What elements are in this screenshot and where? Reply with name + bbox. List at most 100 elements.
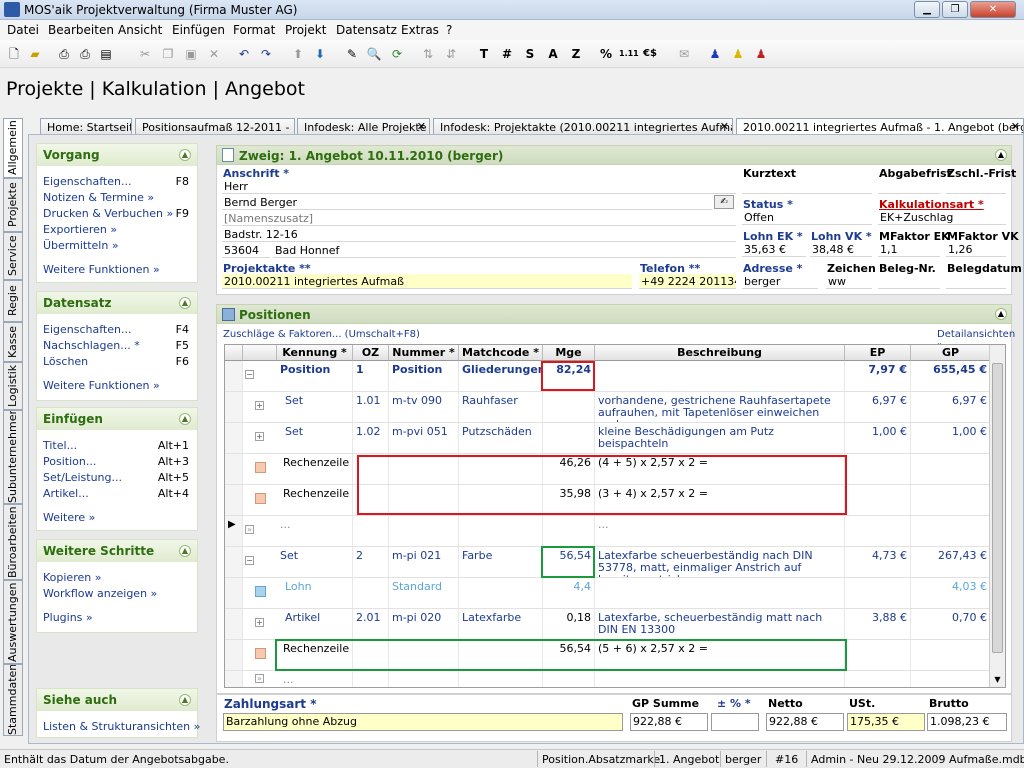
vtab-auswertungen[interactable]: Auswertungen [3, 580, 23, 664]
col-matchcode[interactable]: Matchcode * [459, 345, 543, 361]
zahlungsart-field[interactable]: Barzahlung ohne Abzug [223, 713, 623, 731]
menu-ansicht[interactable]: Ansicht [118, 23, 162, 37]
zeichen-field[interactable]: ww [826, 274, 872, 289]
undo-icon[interactable]: ↶ [236, 46, 252, 62]
panel-header[interactable]: Siehe auch ▲ [37, 689, 197, 711]
collapse-node-icon[interactable]: − [245, 370, 254, 379]
lohn-vk-field[interactable]: 38,48 € [810, 242, 872, 257]
einfuegen-weitere[interactable]: Weitere » [37, 510, 197, 526]
text-format-icon[interactable]: T [476, 46, 492, 62]
vtab-kasse[interactable]: Kasse [3, 322, 23, 362]
user-yellow-icon[interactable]: ♟ [730, 46, 746, 62]
name-field[interactable]: Bernd Berger [222, 195, 712, 210]
expand-node-icon[interactable]: + [255, 432, 264, 441]
restore-icon[interactable]: ❐ [942, 1, 968, 18]
cut-icon[interactable]: ✂ [137, 46, 153, 62]
s-icon[interactable]: S [522, 46, 538, 62]
table-row[interactable]: Lohn Standard 4,4 4,03 € [225, 578, 991, 609]
expand-node-icon[interactable]: + [255, 401, 264, 410]
collapse-chevron-icon[interactable]: ▲ [179, 149, 191, 161]
weitere-kopieren[interactable]: Kopieren » [37, 570, 197, 586]
status-field[interactable]: Offen [742, 210, 872, 225]
datensatz-eigenschaften[interactable]: Eigenschaften... F4 [37, 322, 197, 338]
einfuegen-artikel[interactable]: Artikel... Alt+4 [37, 486, 197, 502]
vorgang-exportieren[interactable]: Exportieren » [37, 222, 197, 238]
belegdatum-field[interactable] [946, 274, 1006, 289]
ust-field[interactable]: 175,35 € [847, 713, 925, 731]
col-nummer[interactable]: Nummer * [389, 345, 459, 361]
strasse-field[interactable]: Badstr. 12-16 [222, 227, 736, 242]
stamp-icon[interactable]: ✉ [676, 46, 692, 62]
table-row[interactable]: − Position 1 Position Gliederungen 82,24… [225, 361, 991, 392]
paste-icon[interactable]: ▣ [183, 46, 199, 62]
move-down-icon[interactable]: ⬇ [312, 46, 328, 62]
collapse-chevron-icon[interactable]: ▲ [179, 694, 191, 706]
table-row[interactable]: Rechenzeile 46,26 (4 + 5) x 2,57 x 2 = [225, 454, 991, 485]
refresh-icon[interactable]: ⟳ [389, 46, 405, 62]
menu-help[interactable]: ? [446, 23, 452, 37]
einfuegen-titel[interactable]: Titel... Alt+1 [37, 438, 197, 454]
vorgang-notizen[interactable]: Notizen & Termine » [37, 190, 197, 206]
hash-icon[interactable]: # [499, 46, 515, 62]
mfaktor-ek-field[interactable]: 1,1 [878, 242, 940, 257]
decimal-icon[interactable]: 1.11 [619, 46, 639, 62]
table-row[interactable]: Rechenzeile 35,98 (3 + 4) x 2,57 x 2 = [225, 485, 991, 516]
user-red-icon[interactable]: ♟ [753, 46, 769, 62]
menu-extras[interactable]: Extras [401, 23, 439, 37]
menu-bearbeiten[interactable]: Bearbeiten [48, 23, 114, 37]
percent-icon[interactable]: % [598, 46, 614, 62]
vorgang-drucken[interactable]: Drucken & Verbuchen » F9 [37, 206, 197, 222]
plz-field[interactable]: 53604 [222, 243, 270, 258]
new-entry-icon[interactable]: » [245, 525, 254, 534]
print-icon[interactable]: ⎙ [56, 46, 72, 62]
move-up-icon[interactable]: ⬆ [290, 46, 306, 62]
new-document-icon[interactable]: 🗋 [6, 46, 22, 62]
collapse-chevron-icon[interactable]: ▲ [179, 545, 191, 557]
datensatz-nachschlagen[interactable]: Nachschlagen... * F5 [37, 338, 197, 354]
kurztext-field[interactable] [742, 179, 872, 194]
menu-datensatz[interactable]: Datensatz [336, 23, 397, 37]
col-gp[interactable]: GP [911, 345, 991, 361]
adresse-field[interactable]: berger [742, 274, 818, 289]
z-icon[interactable]: Z [568, 46, 584, 62]
col-ep[interactable]: EP [845, 345, 911, 361]
new-entry-icon[interactable]: » [255, 674, 264, 683]
col-kennung[interactable]: Kennung * [277, 345, 353, 361]
user-blue-icon[interactable]: ♟ [707, 46, 723, 62]
col-beschreibung[interactable]: Beschreibung [595, 345, 845, 361]
expand-node-icon[interactable]: + [255, 618, 264, 627]
sort-desc-icon[interactable]: ⇵ [443, 46, 459, 62]
find-icon[interactable]: 🔍 [366, 46, 382, 62]
menu-projekt[interactable]: Projekt [285, 23, 326, 37]
scroll-thumb[interactable] [992, 363, 1003, 653]
table-row[interactable]: + Set 1.01 m-tv 090 Rauhfaser vorhandene… [225, 392, 991, 423]
panel-header[interactable]: Weitere Schritte ▲ [37, 540, 197, 562]
table-row[interactable]: ▶ » ... ... [225, 516, 991, 547]
vorgang-uebermitteln[interactable]: Übermitteln » [37, 238, 197, 254]
currency-icon[interactable]: €$ [642, 46, 658, 62]
weitere-plugins[interactable]: Plugins » [37, 610, 197, 626]
print-preview-icon[interactable]: ⎙ [77, 46, 93, 62]
redo-icon[interactable]: ↷ [258, 46, 274, 62]
page-setup-icon[interactable]: ▤ [98, 46, 114, 62]
zschl-frist-field[interactable] [946, 179, 1006, 194]
table-row[interactable]: − Set 2 m-pi 021 Farbe 56,54 Latexfarbe … [225, 547, 991, 578]
abgabefrist-field[interactable] [878, 179, 940, 194]
datensatz-weitere-funktionen[interactable]: Weitere Funktionen » [37, 378, 197, 394]
edit-pencil-icon[interactable]: ✎ [344, 46, 360, 62]
gp-summe-field[interactable]: 922,88 € [630, 713, 708, 731]
namenszusatz-field[interactable]: [Namenszusatz] [222, 211, 736, 226]
close-tab-icon[interactable]: ✕ [417, 120, 426, 133]
table-row[interactable]: Rechenzeile 56,54 (5 + 6) x 2,57 x 2 = [225, 640, 991, 671]
mfaktor-vk-field[interactable]: 1,26 [946, 242, 1006, 257]
vertical-scrollbar[interactable]: ▼ [989, 345, 1005, 687]
copy-icon[interactable]: ❐ [160, 46, 176, 62]
einfuegen-set[interactable]: Set/Leistung... Alt+5 [37, 470, 197, 486]
close-tab-icon[interactable]: ✕ [1011, 120, 1020, 133]
vtab-bueroarbeiten[interactable]: Büroarbeiten [3, 504, 23, 580]
table-row[interactable]: + Set 1.02 m-pvi 051 Putzschäden kleine … [225, 423, 991, 454]
vtab-subunternehmer[interactable]: Subunternehmer [3, 410, 23, 504]
menu-einfuegen[interactable]: Einfügen [172, 23, 225, 37]
collapse-chevron-icon[interactable]: ▲ [995, 308, 1007, 320]
table-row[interactable]: » ... [225, 671, 991, 687]
